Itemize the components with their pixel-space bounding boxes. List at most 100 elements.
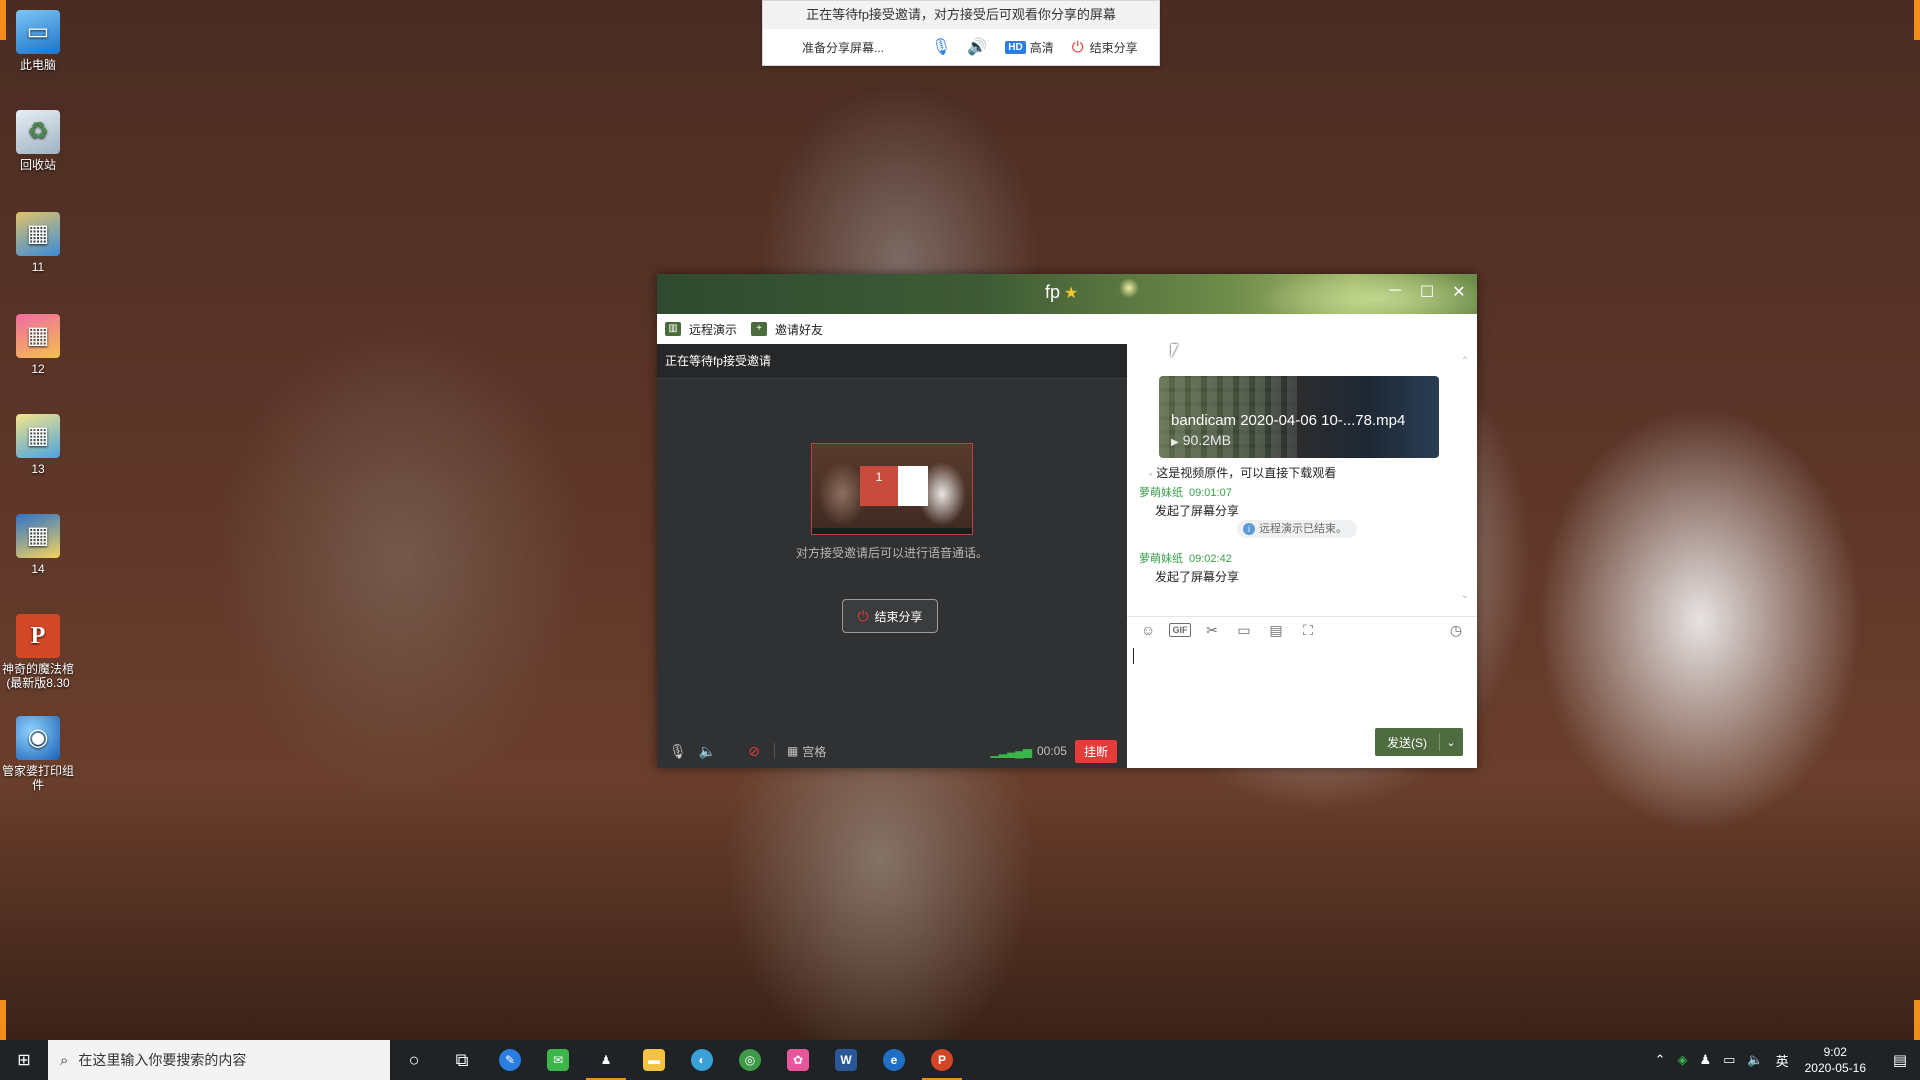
volume-icon[interactable]: 🔈 [1747,1052,1763,1068]
info-icon: i [1243,523,1255,535]
title-bar[interactable]: fp ★ ─ ☐ ✕ [657,274,1477,314]
task-view-button[interactable]: ⧉ [438,1040,486,1080]
document-icon[interactable]: ▤ [1265,622,1287,639]
desktop-icon-recycle-bin[interactable]: ♻ 回收站 [0,110,76,172]
presentation-icon: ▥ [665,322,681,336]
desktop-icon-14[interactable]: ▦ 14 [0,514,76,576]
clock-date: 2020-05-16 [1804,1061,1866,1075]
sender-name[interactable]: 萝萌妹纸 [1139,553,1183,565]
system-tray: ⌃ ◈ ♟ ▭ 🔈 英 9:02 2020-05-16 ▤ [1649,1040,1920,1080]
taskbar-app-file-explorer[interactable]: ▬ [630,1040,678,1080]
add-user-icon: + [751,322,768,336]
cortana-button[interactable]: ○ [390,1040,438,1080]
chat-window: fp ★ ─ ☐ ✕ ▥ 远程演示 + 邀请好友 正在等待fp接受邀请 1 对方接… [657,274,1477,768]
grid-label: 宫格 [802,744,827,759]
share-waiting-message: 正在等待fp接受邀请，对方接受后可观看你分享的屏幕 [763,1,1159,29]
desktop-icon-13[interactable]: ▦ 13 [0,414,76,476]
taskbar-app-qq[interactable]: ♟ [582,1040,630,1080]
taskbar-app-wechat[interactable]: ✉ [534,1040,582,1080]
scroll-up-icon[interactable]: ⌃ [1461,356,1469,367]
recycle-bin-icon: ♻ [16,110,60,154]
camera-off-icon[interactable]: ⊘ [748,743,760,760]
call-note: 对方接受邀请后可以进行语音通话。 [795,546,988,560]
grid-view-button[interactable]: ▦ 宫格 [787,743,826,760]
image-icon[interactable]: ⛶ [1297,622,1319,639]
speaker-icon[interactable]: 🔊 [967,37,987,57]
taskbar-search[interactable]: ⌕ 在这里输入你要搜索的内容 [48,1040,390,1080]
grid-icon: ▦ [786,744,799,758]
taskbar-app-chrome[interactable]: ◎ [726,1040,774,1080]
share-status: 准备分享屏幕... [801,40,884,55]
screen-share-bar: 正在等待fp接受邀请，对方接受后可观看你分享的屏幕 准备分享屏幕... 🎙 🔊 … [762,0,1160,66]
chevron-up-icon[interactable]: ⌃ [1655,1052,1666,1068]
speaker-icon[interactable]: 🔈 [699,743,716,760]
quality-toggle[interactable]: 高清 [1030,39,1054,56]
video-file-card[interactable]: bandicam 2020-04-06 10-...78.mp4 ▶ 90.2MB [1159,376,1439,458]
scroll-down-icon[interactable]: ⌄ [1461,590,1469,601]
ime-indicator[interactable]: 英 [1776,1051,1789,1070]
minimize-icon[interactable]: ─ [1383,282,1407,300]
desktop-icon-label: 管家婆打印组件 [1,764,74,792]
microphone-icon[interactable]: 🎙 [669,743,687,760]
windows-icon: ⊞ [17,1052,31,1069]
end-share-link[interactable]: 结束分享 [1090,39,1138,56]
desktop-icon-this-pc[interactable]: ▭ 此电脑 [0,10,76,72]
desktop-icon-11[interactable]: ▦ 11 [0,212,76,274]
call-timer: 00:05 [1036,744,1067,758]
hangup-button[interactable]: 挂断 [1074,739,1117,763]
remote-demo-button[interactable]: ▥ 远程演示 [665,321,737,338]
taskbar-app-word[interactable]: W [822,1040,870,1080]
system-notice: i 远程演示已结束。 [1237,520,1357,538]
window-title: fp ★ [1045,282,1078,303]
message-input-caret[interactable] [1133,648,1134,664]
taskbar-app-powerpoint[interactable]: P [918,1040,966,1080]
desktop-icon-12[interactable]: ▦ 12 [0,314,76,376]
call-panel: 正在等待fp接受邀请 1 对方接受邀请后可以进行语音通话。 ⏻ 结束分享 🎙 🔈… [657,344,1127,768]
send-button[interactable]: 发送(S) ⌄ [1375,728,1463,756]
remote-demo-label: 远程演示 [689,322,738,337]
message-list[interactable]: ⌃ bandicam 2020-04-06 10-...78.mp4 ▶ 90.2… [1127,354,1473,601]
desktop-icon-print-component[interactable]: ◉ 管家婆打印组件 [0,716,76,792]
preview-inner-window: 1 [860,466,898,506]
qq-tray-icon[interactable]: ♟ [1699,1052,1711,1068]
taskbar-app-ie[interactable]: e [870,1040,918,1080]
cortana-icon: ○ [408,1049,420,1070]
search-icon: ⌕ [60,1051,69,1069]
ie-icon: e [883,1049,905,1071]
clock[interactable]: 9:02 2020-05-16 [1805,1044,1866,1076]
scissors-icon[interactable]: ✂ [1201,622,1223,639]
gif-icon[interactable]: GIF [1169,623,1191,637]
invite-friend-button[interactable]: + 邀请好友 [751,321,823,338]
taskbar-app-browser[interactable]: ◐ [678,1040,726,1080]
image-file-icon: ▦ [16,212,60,256]
taskbar-app-feather[interactable]: ✎ [486,1040,534,1080]
start-button[interactable]: ⊞ [0,1040,48,1080]
network-icon[interactable]: ▭ [1723,1052,1735,1068]
message-text: 发起了屏幕分享 [1155,570,1240,584]
notification-center-icon[interactable]: ▤ [1880,1051,1920,1069]
folder-icon[interactable]: ▭ [1233,622,1255,639]
image-file-icon: ▦ [16,414,60,458]
corner-accent-bottom-right [1914,1000,1920,1040]
message-sender-row: 萝萌妹纸 09:01:07 [1139,484,1232,500]
emoji-icon[interactable]: ☺ [1137,622,1159,638]
end-share-button[interactable]: ⏻ 结束分享 [842,599,938,633]
sender-name[interactable]: 萝萌妹纸 [1139,487,1183,499]
shield-icon[interactable]: ◈ [1677,1052,1687,1068]
history-icon[interactable]: ◷ [1445,622,1467,639]
hd-icon: HD [1005,40,1026,54]
chevron-down-icon[interactable]: ⌄ [1440,736,1462,749]
video-file-size-row: ▶ 90.2MB [1171,432,1231,448]
play-icon: ▶ [1171,437,1179,448]
microphone-icon[interactable]: 🎙 [931,37,951,57]
desktop-icon-ppt-file[interactable]: P 神奇的魔法棺(最新版8.30 [0,614,76,690]
taskbar-app-pink[interactable]: ✿ [774,1040,822,1080]
maximize-icon[interactable]: ☐ [1415,282,1439,302]
screen-preview-thumbnail: 1 [811,443,973,535]
powerpoint-icon: P [16,614,60,658]
desktop-icon-label: 11 [31,260,45,274]
desktop-icon-label: 此电脑 [19,58,56,72]
close-icon[interactable]: ✕ [1447,282,1471,302]
contact-name: fp [1045,282,1061,302]
task-view-icon: ⧉ [455,1049,469,1070]
